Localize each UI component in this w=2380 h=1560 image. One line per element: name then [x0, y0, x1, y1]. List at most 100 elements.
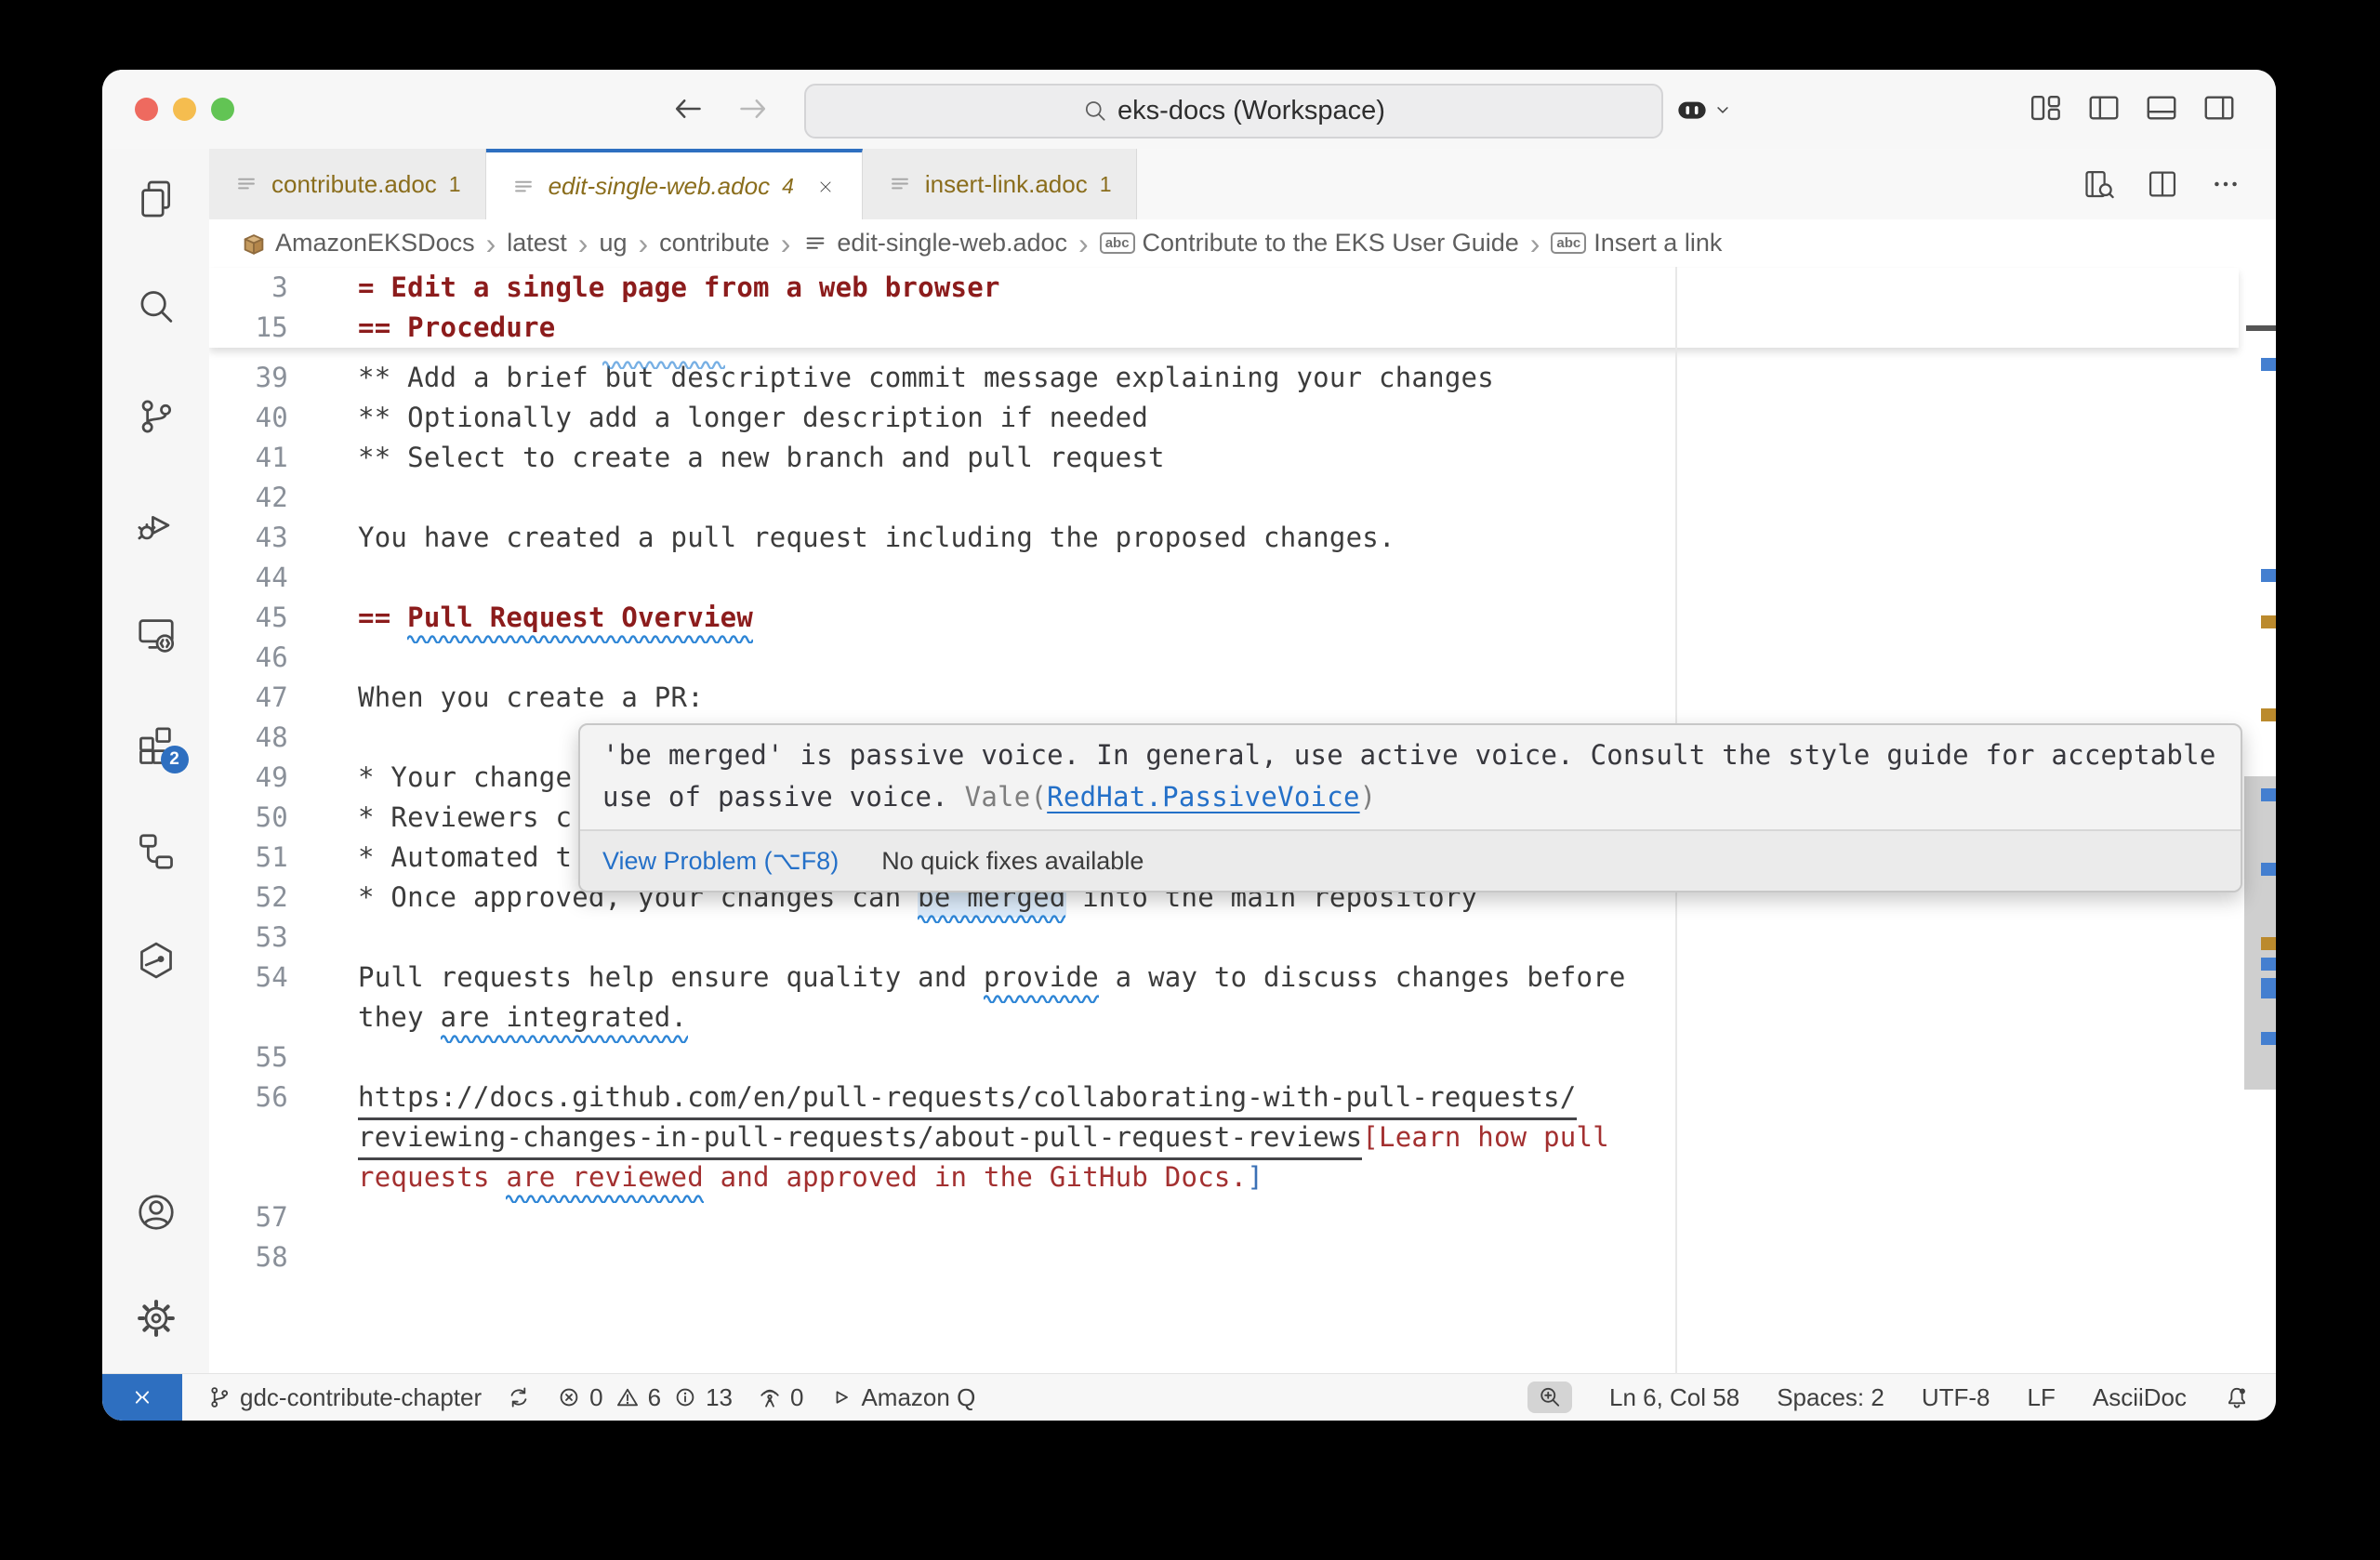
code-line-55[interactable]: 55: [209, 1038, 2276, 1077]
vscode-window: eks-docs (Workspace) 2 contribute.adoc1e…: [102, 70, 2276, 1421]
breadcrumb-item-edit-single-web.adoc[interactable]: edit-single-web.adoc: [801, 229, 1067, 258]
rule-link[interactable]: RedHat.PassiveVoice: [1047, 781, 1359, 813]
overview-ruler-mark-yellow: [2261, 708, 2276, 721]
activity-item-extensions[interactable]: 2: [127, 714, 185, 772]
code-line-45[interactable]: 45== Pull Request Overview: [209, 598, 2276, 638]
breadcrumb-item-ug[interactable]: ug: [599, 229, 627, 258]
remote-indicator[interactable]: [102, 1374, 182, 1421]
code-line-44[interactable]: 44: [209, 558, 2276, 598]
adoc-file-icon: [233, 171, 259, 197]
activity-item-search[interactable]: [127, 279, 185, 337]
activity-item-accounts[interactable]: [127, 1183, 185, 1241]
copilot-icon[interactable]: [1675, 93, 1709, 126]
code-line-3[interactable]: 3= Edit a single page from a web browser: [209, 268, 2239, 308]
status-problems-errors[interactable]: 0: [556, 1383, 602, 1412]
breadcrumb-item-amazoneksdocs[interactable]: AmazonEKSDocs: [240, 229, 475, 258]
chevron-down-icon[interactable]: [1711, 98, 1735, 122]
breadcrumb-item-insert-a-link[interactable]: abc Insert a link: [1551, 229, 1722, 258]
panel-bottom-icon[interactable]: [2144, 90, 2179, 126]
status-notifications[interactable]: [2224, 1384, 2250, 1410]
sticky-scroll: 3= Edit a single page from a web browser…: [209, 268, 2239, 348]
close-window-button[interactable]: [135, 98, 158, 121]
activity-item-explorer[interactable]: [127, 170, 185, 228]
activity-item-run-debug[interactable]: [127, 496, 185, 554]
code-line-47[interactable]: 47When you create a PR:: [209, 678, 2276, 718]
zoom-in-icon: [1537, 1384, 1563, 1410]
line-number: 40: [209, 398, 288, 438]
activity-item-references[interactable]: [127, 823, 185, 880]
code-line-43[interactable]: 43You have created a pull request includ…: [209, 518, 2276, 558]
clipped-squiggle-decoration: [602, 354, 725, 364]
overview-ruler-mark-blue: [2261, 788, 2276, 801]
activity-item-remote-explorer[interactable]: [127, 605, 185, 663]
view-problem-link[interactable]: View Problem (⌥F8): [602, 847, 839, 876]
code-line-58[interactable]: 58: [209, 1237, 2276, 1277]
status-eol[interactable]: LF: [2028, 1383, 2056, 1412]
activity-item-source-control[interactable]: [127, 388, 185, 445]
code-line-15[interactable]: 15== Procedure: [209, 308, 2239, 348]
extensions-badge: 2: [161, 746, 189, 773]
panel-right-icon[interactable]: [2202, 90, 2237, 126]
status-problems-warnings[interactable]: 6: [615, 1383, 661, 1412]
info-icon: [672, 1384, 698, 1410]
status-git-branch[interactable]: gdc-contribute-chapter: [206, 1383, 482, 1412]
code-line-56[interactable]: 56https://docs.github.com/en/pull-reques…: [209, 1077, 2276, 1117]
status-language-mode[interactable]: AsciiDoc: [2093, 1383, 2187, 1412]
code-line-42[interactable]: 42: [209, 478, 2276, 518]
line-number: 39: [209, 358, 288, 398]
close-icon[interactable]: [813, 175, 838, 199]
status-indentation[interactable]: Spaces: 2: [1777, 1383, 1884, 1412]
tab-insert-link.adoc[interactable]: insert-link.adoc1: [863, 149, 1137, 219]
overview-ruler-mark-blue: [2261, 569, 2276, 582]
breadcrumb-label: latest: [507, 229, 567, 258]
activity-item-aws-toolkit[interactable]: [127, 932, 185, 989]
line-number: 50: [209, 798, 288, 838]
status-zoom-indicator[interactable]: [1527, 1382, 1572, 1413]
layout-icon[interactable]: [2029, 90, 2064, 126]
breadcrumb-item-contribute[interactable]: contribute: [659, 229, 770, 258]
code-line-41[interactable]: 41** Select to create a new branch and p…: [209, 438, 2276, 478]
status-ports[interactable]: 0: [757, 1383, 803, 1412]
code-line-wrap[interactable]: requests are reviewed and approved in th…: [209, 1157, 2276, 1197]
split-editor-icon[interactable]: [2146, 167, 2179, 201]
code-line-wrap[interactable]: they are integrated.: [209, 998, 2276, 1038]
status-sync[interactable]: [506, 1384, 532, 1410]
editor[interactable]: 3= Edit a single page from a web browser…: [209, 267, 2276, 1374]
line-number: 52: [209, 878, 288, 918]
abc-icon: abc: [1551, 232, 1586, 254]
code-line-54[interactable]: 54Pull requests help ensure quality and …: [209, 958, 2276, 998]
zoom-window-button[interactable]: [211, 98, 234, 121]
preview-icon[interactable]: [2082, 167, 2116, 201]
overview-ruler-mark-blue: [2261, 1032, 2276, 1045]
line-text: == Pull Request Overview: [358, 598, 753, 638]
code-line-39[interactable]: 39** Add a brief but descriptive commit …: [209, 358, 2276, 398]
minimize-window-button[interactable]: [173, 98, 196, 121]
line-text: * Automated t: [358, 838, 572, 878]
code-line-40[interactable]: 40** Optionally add a longer description…: [209, 398, 2276, 438]
tab-edit-single-web.adoc[interactable]: edit-single-web.adoc4: [486, 149, 863, 220]
status-amazon-q[interactable]: Amazon Q: [827, 1383, 975, 1412]
status-encoding[interactable]: UTF-8: [1922, 1383, 1990, 1412]
code-line-46[interactable]: 46: [209, 638, 2276, 678]
status-label: UTF-8: [1922, 1383, 1990, 1412]
back-icon[interactable]: [669, 90, 707, 127]
line-text: * Your change: [358, 758, 572, 798]
forward-icon[interactable]: [734, 90, 772, 127]
code-line-wrap[interactable]: reviewing-changes-in-pull-requests/about…: [209, 1117, 2276, 1157]
tab-contribute.adoc[interactable]: contribute.adoc1: [209, 149, 486, 219]
adoc-file-icon: [510, 174, 536, 200]
status-right: Ln 6, Col 58 Spaces: 2 UTF-8 LF AsciiDoc: [1527, 1382, 2276, 1413]
panel-left-icon[interactable]: [2086, 90, 2122, 126]
hover-message-line2: use of passive voice. Vale(RedHat.Passiv…: [602, 776, 2218, 818]
more-actions-icon[interactable]: [2209, 167, 2242, 201]
activity-item-settings[interactable]: [127, 1289, 185, 1347]
code-line-53[interactable]: 53: [209, 918, 2276, 958]
breadcrumb-label: Insert a link: [1593, 229, 1722, 258]
breadcrumb-item-contribute-to-the-eks-user-guide[interactable]: abcContribute to the EKS User Guide: [1100, 229, 1519, 258]
command-center[interactable]: eks-docs (Workspace): [804, 84, 1663, 139]
tab-problem-badge: 1: [449, 172, 461, 197]
status-cursor-position[interactable]: Ln 6, Col 58: [1609, 1383, 1739, 1412]
code-line-57[interactable]: 57: [209, 1197, 2276, 1237]
breadcrumb-item-latest[interactable]: latest: [507, 229, 567, 258]
status-problems-infos[interactable]: 13: [672, 1383, 733, 1412]
